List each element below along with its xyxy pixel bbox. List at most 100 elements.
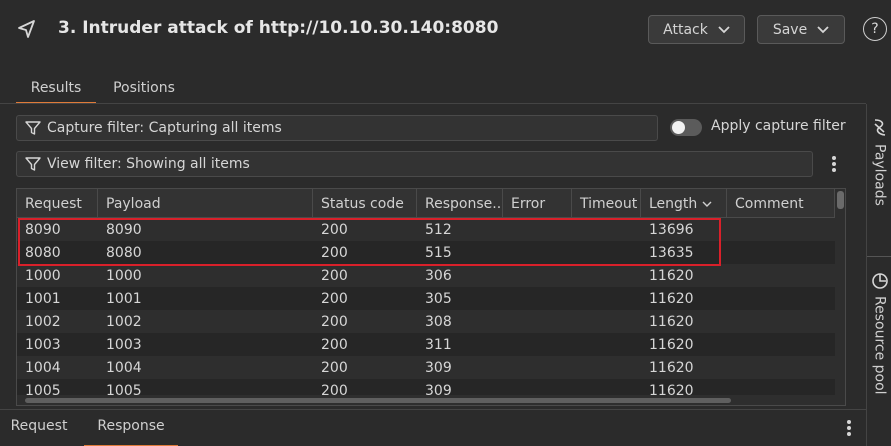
tab-positions[interactable]: Positions — [104, 76, 184, 104]
kebab-menu-icon[interactable] — [841, 416, 857, 440]
right-side-rail: Payloads Resource pool — [866, 104, 891, 446]
header-label: Length — [649, 195, 698, 212]
attack-button[interactable]: Attack — [648, 15, 745, 44]
header-col-response[interactable]: Response... — [417, 189, 503, 218]
header-label: Status code — [321, 195, 404, 212]
cell-request: 8080 — [25, 244, 61, 261]
cell-request: 1002 — [25, 313, 61, 330]
table-row[interactable]: 8080 8080 200 515 13635 — [17, 241, 835, 264]
header-col-request[interactable]: Request — [17, 189, 98, 218]
rail-item-resource-pool[interactable]: Resource pool — [867, 272, 891, 395]
cell-response: 305 — [425, 290, 452, 307]
cell-response: 306 — [425, 267, 452, 284]
help-icon[interactable]: ? — [863, 17, 887, 41]
table-row[interactable]: 1001 1001 200 305 11620 — [17, 287, 835, 310]
save-button[interactable]: Save — [757, 15, 845, 44]
cell-status-code: 200 — [321, 290, 348, 307]
cell-length: 13635 — [649, 244, 694, 261]
capture-filter-bar[interactable]: Capture filter: Capturing all items — [16, 115, 658, 141]
cell-length: 11620 — [649, 313, 694, 330]
sort-down-icon — [702, 201, 712, 207]
cell-length: 11620 — [649, 359, 694, 376]
cell-timeout — [572, 356, 641, 379]
apply-capture-filter-toggle[interactable] — [670, 119, 702, 136]
filter-icon — [25, 157, 41, 171]
cell-comment — [727, 310, 835, 333]
cell-error — [503, 333, 572, 356]
capture-filter-text: Capture filter: Capturing all items — [47, 120, 282, 136]
table-row[interactable]: 1000 1000 200 306 11620 — [17, 264, 835, 287]
header-col-length[interactable]: Length — [641, 189, 727, 218]
horizontal-scrollbar[interactable] — [17, 395, 835, 405]
cell-timeout — [572, 287, 641, 310]
cell-request: 8090 — [25, 221, 61, 238]
header-label: Payload — [106, 195, 161, 212]
cell-status-code: 200 — [321, 221, 348, 238]
view-filter-bar[interactable]: View filter: Showing all items — [16, 151, 813, 177]
vertical-scrollbar[interactable] — [835, 189, 845, 405]
cell-payload: 1005 — [106, 382, 142, 396]
table-row[interactable]: 8090 8090 200 512 13696 — [17, 218, 835, 241]
horizontal-scroll-thumb[interactable] — [25, 398, 731, 403]
table-row[interactable]: 1003 1003 200 311 11620 — [17, 333, 835, 356]
header-col-comment[interactable]: Comment — [727, 189, 835, 218]
cell-request: 1005 — [25, 382, 61, 396]
cell-comment — [727, 218, 835, 241]
rail-label-resource-pool: Resource pool — [871, 296, 888, 395]
save-button-label: Save — [772, 21, 808, 38]
cell-comment — [727, 333, 835, 356]
cell-response: 515 — [425, 244, 452, 261]
tab-results[interactable]: Results — [16, 76, 96, 104]
toggle-knob — [672, 121, 685, 134]
cell-error — [503, 379, 572, 395]
table-body: 8090 8090 200 512 13696 8080 8080 200 515 13635 10… — [17, 218, 835, 395]
cell-error — [503, 264, 572, 287]
cell-status-code: 200 — [321, 382, 348, 396]
resource-pool-icon — [871, 273, 888, 289]
chevron-down-icon — [817, 25, 829, 33]
cell-timeout — [572, 333, 641, 356]
bottom-tab-bar: Request Response — [0, 409, 866, 446]
cell-status-code: 200 — [321, 267, 348, 284]
cell-payload: 1003 — [106, 336, 142, 353]
tab-request[interactable]: Request — [0, 418, 78, 446]
apply-capture-filter-label: Apply capture filter — [711, 118, 846, 134]
cell-comment — [727, 264, 835, 287]
cell-response: 309 — [425, 359, 452, 376]
cell-timeout — [572, 241, 641, 264]
filter-icon — [25, 121, 41, 135]
header-col-error[interactable]: Error — [503, 189, 572, 218]
table-row[interactable]: 1002 1002 200 308 11620 — [17, 310, 835, 333]
results-table: Request Payload Status code Response... Erro… — [16, 188, 846, 406]
header-col-payload[interactable]: Payload — [98, 189, 313, 218]
rail-divider — [867, 256, 891, 257]
vertical-scroll-thumb[interactable] — [837, 191, 844, 209]
cell-status-code: 200 — [321, 336, 348, 353]
rail-item-payloads[interactable]: Payloads — [867, 118, 891, 206]
cell-comment — [727, 379, 835, 395]
cell-length: 11620 — [649, 336, 694, 353]
cell-comment — [727, 287, 835, 310]
header-label: Error — [511, 195, 546, 212]
cell-payload: 8090 — [106, 221, 142, 238]
back-icon[interactable] — [14, 16, 40, 42]
cell-error — [503, 287, 572, 310]
header-col-status-code[interactable]: Status code — [313, 189, 417, 218]
chevron-down-icon — [718, 25, 730, 33]
cell-length: 11620 — [649, 267, 694, 284]
cell-timeout — [572, 264, 641, 287]
cell-payload: 1001 — [106, 290, 142, 307]
cell-payload: 1000 — [106, 267, 142, 284]
cell-request: 1004 — [25, 359, 61, 376]
cell-comment — [727, 356, 835, 379]
tab-response[interactable]: Response — [84, 418, 178, 446]
table-row[interactable]: 1005 1005 200 309 11620 — [17, 379, 835, 395]
header-label: Response... — [425, 195, 503, 212]
cell-comment — [727, 241, 835, 264]
header-col-timeout[interactable]: Timeout — [572, 189, 641, 218]
cell-response: 308 — [425, 313, 452, 330]
tabs-divider — [0, 103, 866, 104]
cell-error — [503, 218, 572, 241]
table-row[interactable]: 1004 1004 200 309 11620 — [17, 356, 835, 379]
kebab-menu-icon[interactable] — [826, 152, 842, 176]
